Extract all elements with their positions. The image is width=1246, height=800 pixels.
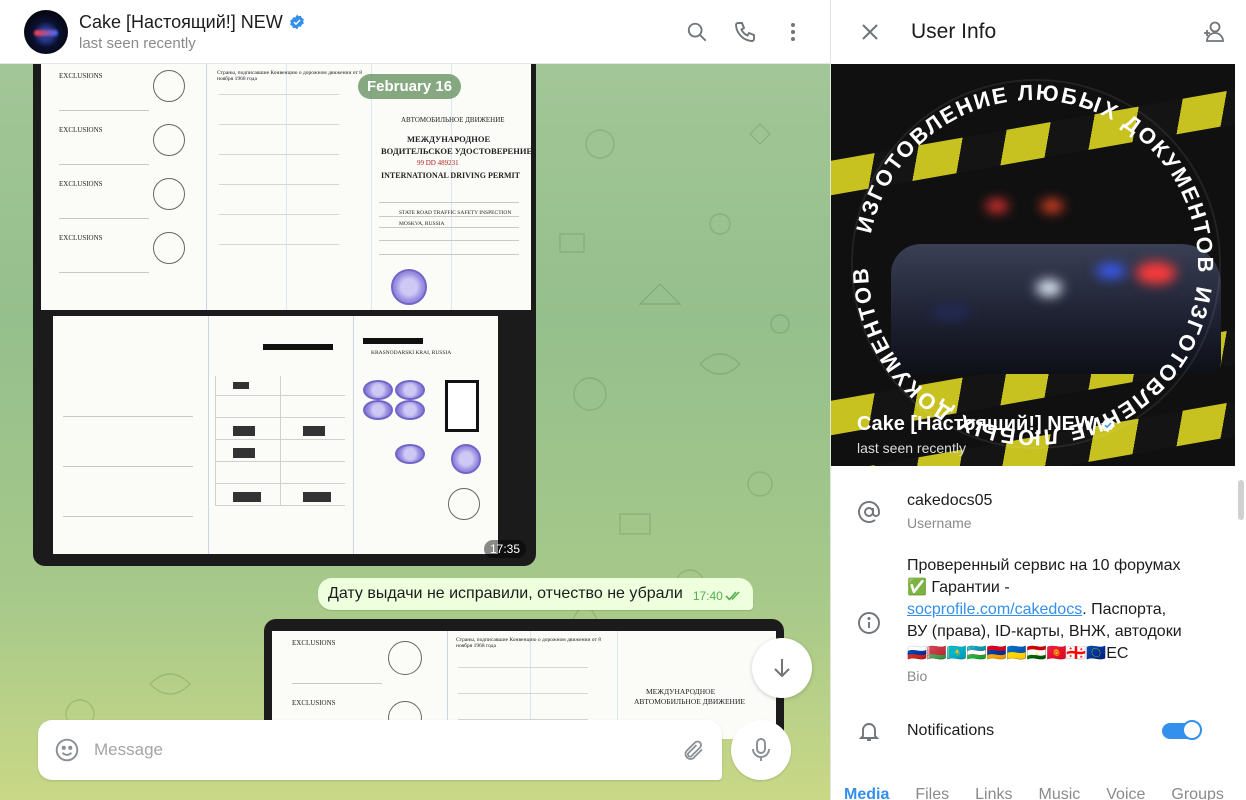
exclusions-label: EXCLUSIONS <box>292 699 336 707</box>
bell-icon <box>858 723 880 741</box>
info-header: User Info <box>831 0 1246 64</box>
chat-header: Cake [Настоящий!] NEW last seen recently <box>0 0 830 64</box>
doc-number: 99 DD 489231 <box>417 159 459 167</box>
message-time: 17:35 <box>483 540 526 558</box>
tab-links[interactable]: Links <box>975 786 1012 800</box>
at-sign-icon <box>858 501 880 523</box>
profile-name-text: Cake [Настоящий!] NEW <box>857 413 1094 435</box>
phone-icon[interactable] <box>732 19 758 45</box>
doc-header-ru: АВТОМОБИЛЬНОЕ ДВИЖЕНИЕ <box>634 697 745 706</box>
more-vertical-icon[interactable] <box>780 19 806 45</box>
bio-line: ✅ Гарантии - <box>907 579 1010 596</box>
chat-title[interactable]: Cake [Настоящий!] NEW <box>79 12 305 33</box>
scrollbar[interactable] <box>1238 480 1244 520</box>
date-divider: February 16 <box>358 74 462 99</box>
bio-flags: 🇷🇺🇧🇾🇰🇿🇺🇿🇦🇲🇺🇦🇹🇯🇰🇬🇬🇪🇪🇺ЕС <box>907 645 1129 662</box>
doc-title-1: МЕЖДУНАРОДНОЕ <box>407 134 491 144</box>
exclusions-label: EXCLUSIONS <box>59 126 103 134</box>
document-page-lower: KRASNODARSKI KRAI, RUSSIA <box>53 316 498 554</box>
profile-photo-lettering: ИЗГОТОВЛЕНИЕ ЛЮБЫХ ДОКУМЕНТОВ ИЗГОТОВЛЕН… <box>848 80 1218 451</box>
svg-text:ИЗГОТОВЛЕНИЕ ЛЮБЫХ ДОКУМЕНТОВ: ИЗГОТОВЛЕНИЕ ЛЮБЫХ ДОКУМЕНТОВ <box>851 80 1218 275</box>
doc-title-2: ВОДИТЕЛЬСКОЕ УДОСТОВЕРЕНИЕ <box>381 146 531 156</box>
paperclip-icon[interactable] <box>682 738 706 762</box>
tab-music[interactable]: Music <box>1038 786 1080 800</box>
stamp-graphic <box>395 444 425 464</box>
search-icon[interactable] <box>684 19 710 45</box>
chat-status: last seen recently <box>79 34 196 52</box>
info-title: User Info <box>911 20 997 43</box>
outgoing-message[interactable]: Дату выдачи не исправили, отчество не уб… <box>318 578 753 610</box>
countries-title: Страны, подписавшие Конвенцию о дорожном… <box>217 70 363 82</box>
profile-status: last seen recently <box>857 440 966 456</box>
verified-badge-icon <box>289 14 304 30</box>
notifications-label: Notifications <box>907 722 995 739</box>
message-composer <box>38 720 722 780</box>
stamp-graphic <box>363 380 393 400</box>
stamp-graphic <box>395 380 425 400</box>
tab-voice[interactable]: Voice <box>1106 786 1145 800</box>
bio-line: ВУ (права), ID-карты, ВНЖ, автодоки <box>907 623 1182 640</box>
message-time: 17:40 <box>692 589 723 603</box>
exclusions-label: EXCLUSIONS <box>59 72 103 80</box>
emoji-icon[interactable] <box>54 737 80 763</box>
verified-badge-icon <box>1101 417 1115 432</box>
bio-row[interactable]: Проверенный сервис на 10 форумах ✅ Гаран… <box>831 555 1235 684</box>
photo-placeholder <box>445 380 479 432</box>
exclusions-label: EXCLUSIONS <box>59 180 103 188</box>
bio-line: socprofile.com/cakedocs. Паспорта, <box>907 601 1167 618</box>
voice-record-button[interactable] <box>731 720 791 780</box>
profile-name: Cake [Настоящий!] NEW <box>857 413 1116 436</box>
doc-title-1: МЕЖДУНАРОДНОЕ <box>646 687 716 696</box>
user-info-panel: User Info ИЗГОТОВЛЕНИЕ ЛЮБЫХ ДОКУМЕНТОВ … <box>830 0 1246 800</box>
bio-line: Проверенный сервис на 10 форумах <box>907 557 1181 574</box>
exclusions-label: EXCLUSIONS <box>59 234 103 242</box>
info-icon <box>858 612 880 634</box>
read-checkmarks-icon <box>725 591 740 601</box>
add-contact-icon[interactable] <box>1200 19 1226 45</box>
microphone-icon <box>752 738 770 761</box>
message-text: Дату выдачи не исправили, отчество не уб… <box>328 585 683 602</box>
exclusions-label: EXCLUSIONS <box>292 639 336 647</box>
stamp-graphic <box>395 400 425 420</box>
photo-message[interactable]: EXCLUSIONS EXCLUSIONS EXCLUSIONS EXCLUSI… <box>33 64 536 566</box>
doc-header-ru: АВТОМОБИЛЬНОЕ ДВИЖЕНИЕ <box>401 116 505 124</box>
notifications-toggle[interactable] <box>1162 720 1202 740</box>
username-value: cakedocs05 <box>907 492 993 509</box>
tab-groups[interactable]: Groups <box>1171 786 1223 800</box>
profile-photo[interactable]: ИЗГОТОВЛЕНИЕ ЛЮБЫХ ДОКУМЕНТОВ ИЗГОТОВЛЕН… <box>831 64 1235 466</box>
close-icon[interactable] <box>857 19 883 45</box>
countries-title: Страны, подписавшие Конвенцию о дорожном… <box>456 637 602 649</box>
doc-region: KRASNODARSKI KRAI, RUSSIA <box>371 350 452 356</box>
scroll-down-button[interactable] <box>752 638 812 698</box>
stamp-graphic <box>363 400 393 420</box>
categories-grid <box>215 376 345 506</box>
chat-title-text: Cake [Настоящий!] NEW <box>79 11 283 32</box>
bio-label: Bio <box>907 668 928 684</box>
chat-panel: Cake [Настоящий!] NEW last seen recently <box>0 0 830 800</box>
stamp-graphic <box>451 444 481 474</box>
arrow-down-icon <box>774 659 790 678</box>
avatar[interactable] <box>24 9 68 54</box>
stamp-graphic <box>391 269 427 305</box>
bio-link[interactable]: socprofile.com/cakedocs <box>907 601 1082 618</box>
tab-files[interactable]: Files <box>915 786 949 800</box>
username-row[interactable]: cakedocs05 Username <box>831 490 1235 531</box>
message-input[interactable] <box>94 740 682 760</box>
doc-title-3: INTERNATIONAL DRIVING PERMIT <box>381 171 520 180</box>
document-page-upper: EXCLUSIONS EXCLUSIONS EXCLUSIONS EXCLUSI… <box>41 64 531 310</box>
notifications-row[interactable]: Notifications <box>831 718 1235 744</box>
tab-media[interactable]: Media <box>844 786 889 800</box>
shared-media-tabs: Media Files Links Music Voice Groups <box>831 786 1235 800</box>
username-label: Username <box>907 515 972 531</box>
